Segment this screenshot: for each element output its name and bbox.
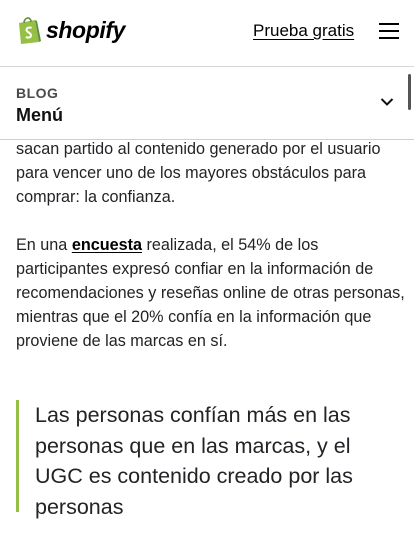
blog-menu-toggle[interactable]: Menú [16,105,63,126]
article-paragraph: En una encuesta realizada, el 54% de los… [16,233,406,353]
scrollbar[interactable] [408,74,411,110]
pull-quote: Las personas confían más en las personas… [16,400,402,519]
article-paragraph: sacan partido al contenido generado por … [16,140,381,206]
hamburger-line [379,30,399,32]
site-header: shopify Prueba gratis [0,0,414,67]
blog-section-label: BLOG [16,85,59,101]
shopify-logo[interactable]: shopify [16,15,125,45]
blog-menu-bar[interactable]: BLOG Menú [0,67,414,140]
hamburger-line [379,37,399,39]
free-trial-link[interactable]: Prueba gratis [253,20,354,42]
shopify-bag-icon [19,17,41,44]
hamburger-icon[interactable] [379,21,399,39]
hamburger-line [379,23,399,25]
chevron-down-icon[interactable] [380,97,394,107]
paragraph-text: En una [16,236,72,254]
pull-quote-text: Las personas confían más en las personas… [35,403,353,519]
survey-link[interactable]: encuesta [72,236,142,254]
logo-wordmark: shopify [46,17,125,43]
